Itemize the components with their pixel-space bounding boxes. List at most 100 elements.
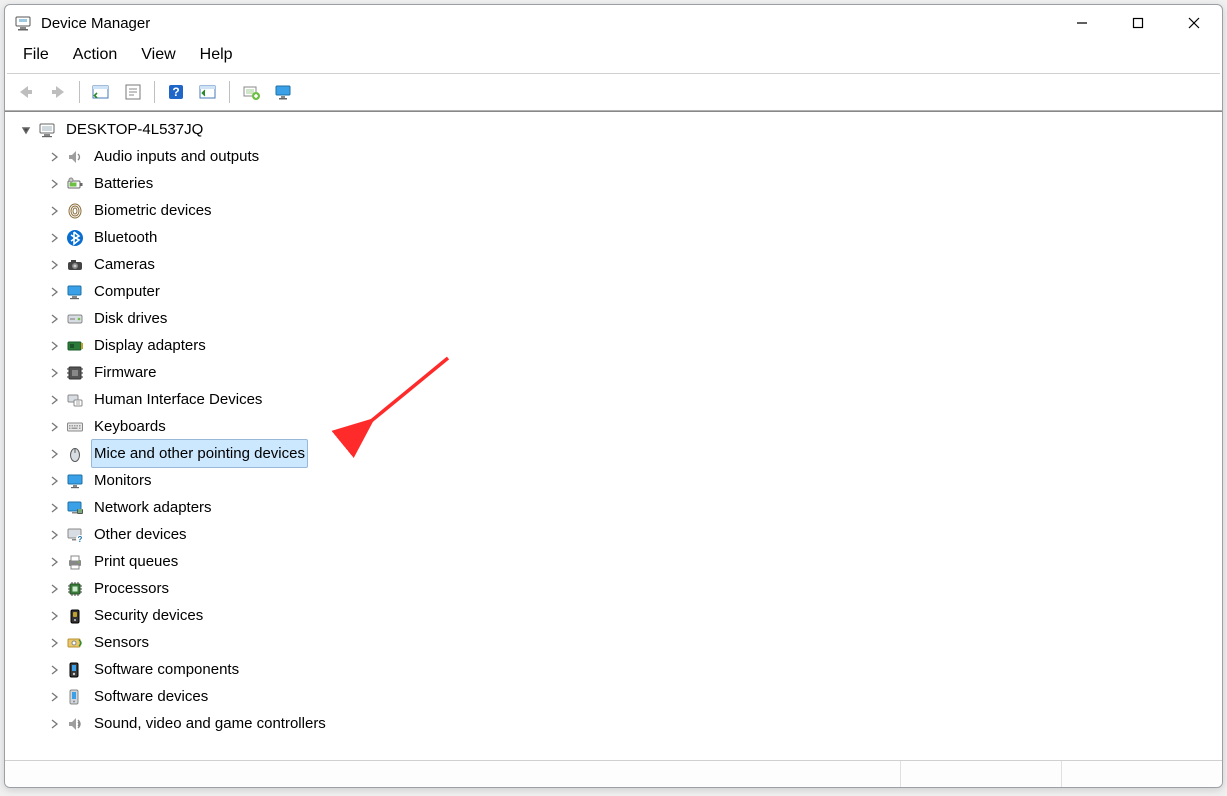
tree-item[interactable]: Firmware (5, 359, 1222, 386)
toolbar-back-button[interactable] (11, 78, 41, 106)
keyboard-icon (65, 417, 85, 437)
fingerprint-icon (65, 201, 85, 221)
software-device-icon (65, 687, 85, 707)
toolbar-forward-button[interactable] (43, 78, 73, 106)
expander-icon[interactable] (47, 420, 61, 434)
expander-icon[interactable] (19, 123, 33, 137)
tree-root[interactable]: DESKTOP-4L537JQ (5, 116, 1222, 143)
tree-item[interactable]: Security devices (5, 602, 1222, 629)
sound-icon (65, 714, 85, 734)
tree-item-label: Sound, video and game controllers (91, 709, 329, 738)
tree-item-label: Batteries (91, 169, 156, 198)
window-title: Device Manager (41, 15, 150, 32)
tree-item[interactable]: Processors (5, 575, 1222, 602)
hid-icon (65, 390, 85, 410)
expander-icon[interactable] (47, 528, 61, 542)
tree-item[interactable]: Bluetooth (5, 224, 1222, 251)
toolbar-scan-button[interactable] (193, 78, 223, 106)
menu-file[interactable]: File (11, 43, 61, 67)
minimize-button[interactable] (1054, 5, 1110, 41)
expander-icon[interactable] (47, 258, 61, 272)
tree-item[interactable]: Batteries (5, 170, 1222, 197)
software-component-icon (65, 660, 85, 680)
menu-view[interactable]: View (129, 43, 187, 67)
expander-icon[interactable] (47, 663, 61, 677)
tree-item[interactable]: Monitors (5, 467, 1222, 494)
toolbar-help-button[interactable]: ? (161, 78, 191, 106)
tree-item-label: Other devices (91, 520, 190, 549)
tree-item[interactable]: Software components (5, 656, 1222, 683)
toolbar-show-hidden-button[interactable] (86, 78, 116, 106)
display-adapter-icon (65, 336, 85, 356)
tree-item-label: Cameras (91, 250, 158, 279)
expander-icon[interactable] (47, 609, 61, 623)
computer-icon (37, 120, 57, 140)
disk-icon (65, 309, 85, 329)
menu-bar: File Action View Help (5, 41, 1222, 73)
expander-icon[interactable] (47, 447, 61, 461)
firmware-icon (65, 363, 85, 383)
tree-item[interactable]: ? Other devices (5, 521, 1222, 548)
expander-icon[interactable] (47, 474, 61, 488)
battery-icon (65, 174, 85, 194)
tree-item[interactable]: Software devices (5, 683, 1222, 710)
toolbar-separator (79, 81, 80, 103)
expander-icon[interactable] (47, 501, 61, 515)
toolbar-separator (229, 81, 230, 103)
expander-icon[interactable] (47, 339, 61, 353)
tree-item-label: Security devices (91, 601, 206, 630)
tree-item[interactable]: Keyboards (5, 413, 1222, 440)
device-tree[interactable]: DESKTOP-4L537JQ Audio inputs and outputs… (5, 112, 1222, 760)
tree-item[interactable]: Sensors (5, 629, 1222, 656)
expander-icon[interactable] (47, 312, 61, 326)
computer-icon (65, 282, 85, 302)
toolbar: ? (5, 74, 1222, 111)
tree-item[interactable]: Computer (5, 278, 1222, 305)
tree-item[interactable]: Cameras (5, 251, 1222, 278)
expander-icon[interactable] (47, 231, 61, 245)
expander-icon[interactable] (47, 690, 61, 704)
tree-item-label: Disk drives (91, 304, 170, 333)
toolbar-separator (154, 81, 155, 103)
expander-icon[interactable] (47, 285, 61, 299)
maximize-button[interactable] (1110, 5, 1166, 41)
tree-item[interactable]: Disk drives (5, 305, 1222, 332)
tree-item[interactable]: Mice and other pointing devices (5, 440, 1222, 467)
tree-item-label: Network adapters (91, 493, 215, 522)
toolbar-properties-button[interactable] (118, 78, 148, 106)
tree-item[interactable]: Human Interface Devices (5, 386, 1222, 413)
menu-action[interactable]: Action (61, 43, 129, 67)
titlebar[interactable]: Device Manager (5, 5, 1222, 41)
expander-icon[interactable] (47, 177, 61, 191)
tree-item[interactable]: Sound, video and game controllers (5, 710, 1222, 737)
tree-root-label: DESKTOP-4L537JQ (63, 115, 206, 144)
tree-item[interactable]: Network adapters (5, 494, 1222, 521)
tree-item-label: Human Interface Devices (91, 385, 265, 414)
expander-icon[interactable] (47, 636, 61, 650)
mouse-icon (65, 444, 85, 464)
tree-item-label: Computer (91, 277, 163, 306)
tree-item[interactable]: Display adapters (5, 332, 1222, 359)
menu-help[interactable]: Help (188, 43, 245, 67)
other-icon: ? (65, 525, 85, 545)
toolbar-add-legacy-button[interactable] (236, 78, 266, 106)
expander-icon[interactable] (47, 204, 61, 218)
tree-item[interactable]: Biometric devices (5, 197, 1222, 224)
tree-item-label: Biometric devices (91, 196, 215, 225)
expander-icon[interactable] (47, 150, 61, 164)
tree-item[interactable]: Audio inputs and outputs (5, 143, 1222, 170)
sensor-icon (65, 633, 85, 653)
security-icon (65, 606, 85, 626)
close-button[interactable] (1166, 5, 1222, 41)
expander-icon[interactable] (47, 366, 61, 380)
expander-icon[interactable] (47, 555, 61, 569)
expander-icon[interactable] (47, 717, 61, 731)
tree-item-label: Firmware (91, 358, 160, 387)
tree-item[interactable]: Print queues (5, 548, 1222, 575)
toolbar-monitor-button[interactable] (268, 78, 298, 106)
tree-item-label: Software components (91, 655, 242, 684)
expander-icon[interactable] (47, 582, 61, 596)
expander-icon[interactable] (47, 393, 61, 407)
cpu-icon (65, 579, 85, 599)
tree-item-label: Keyboards (91, 412, 169, 441)
